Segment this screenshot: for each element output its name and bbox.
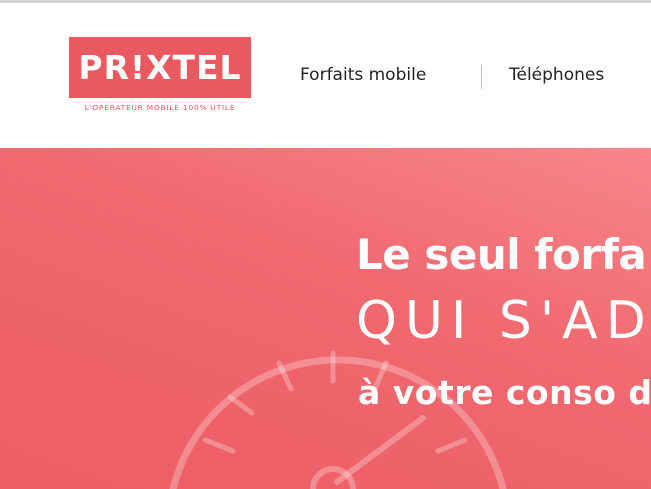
prixtel-logo[interactable]: PR!XTEL L'OPÉRATEUR MOBILE 100% UTILE <box>69 37 251 115</box>
hero-headline-line3: à votre conso d <box>358 373 651 412</box>
nav-telephones[interactable]: Téléphones <box>509 65 604 85</box>
nav-forfaits-mobile[interactable]: Forfaits mobile <box>300 65 426 85</box>
hero-headline-line1: Le seul forfa <box>356 230 647 279</box>
hero-banner: Le seul forfa QUI S'AD à votre conso d <box>0 148 651 489</box>
logo-wordmark[interactable]: PR!XTEL <box>69 37 251 98</box>
nav-divider <box>481 65 482 89</box>
logo-tagline: L'OPÉRATEUR MOBILE 100% UTILE <box>84 103 236 112</box>
site-header: PR!XTEL L'OPÉRATEUR MOBILE 100% UTILE Fo… <box>0 3 651 148</box>
hero-headline-line2: QUI S'AD <box>356 291 651 351</box>
